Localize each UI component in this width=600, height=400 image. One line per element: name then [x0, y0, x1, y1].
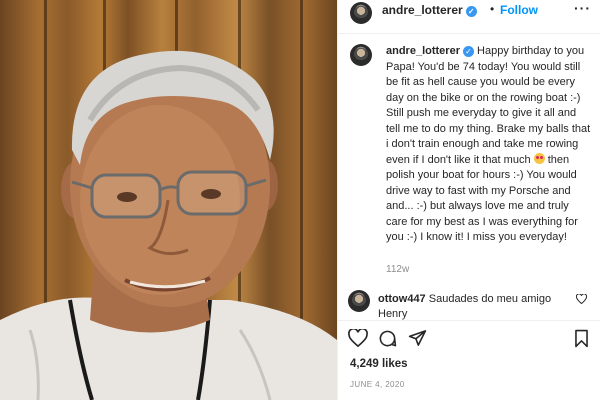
heart-icon[interactable]	[348, 329, 368, 347]
caption-username[interactable]: andre_lotterer	[386, 45, 460, 57]
portrait-illustration	[0, 50, 337, 400]
comment-like-heart-icon[interactable]	[576, 294, 587, 304]
avatar[interactable]	[350, 44, 372, 66]
share-icon[interactable]	[408, 329, 427, 347]
comment-icon[interactable]	[378, 329, 397, 348]
verified-badge-icon: ✓	[465, 6, 477, 17]
comment-row: ottow447 Saudades do meu amigo Henry	[338, 286, 600, 320]
comment-text: ottow447 Saudades do meu amigo Henry	[378, 292, 568, 320]
comment-username[interactable]: ottow447	[378, 293, 426, 305]
likes-count[interactable]: 4,249 likes	[350, 358, 408, 370]
avatar[interactable]	[350, 2, 372, 24]
caption-body-part2: then polish your boat for hours :-) You …	[386, 153, 578, 244]
verified-badge-icon: ✓	[462, 46, 474, 57]
header-username[interactable]: andre_lotterer	[382, 3, 463, 17]
post-details-panel: andre_lotterer ✓ • Follow ··· andre_lotte…	[337, 0, 600, 400]
post-header: andre_lotterer ✓ • Follow ···	[338, 0, 600, 34]
caption-body-part1: Happy birthday to you Papa! You'd be 74 …	[386, 45, 591, 166]
smiling-face-with-hearts-icon	[533, 152, 545, 164]
post-photo[interactable]	[0, 0, 337, 400]
bookmark-icon[interactable]	[574, 329, 589, 348]
header-username-link[interactable]: andre_lotterer ✓	[382, 3, 477, 17]
more-options-icon[interactable]: ···	[574, 0, 591, 16]
post-date[interactable]: JUNE 4, 2020	[350, 380, 405, 389]
action-bar	[338, 320, 600, 356]
caption-text: andre_lotterer ✓ Happy birthday to you Pa…	[386, 44, 592, 246]
post-timestamp[interactable]: 112w	[386, 264, 409, 275]
avatar[interactable]	[348, 290, 370, 312]
separator-dot: •	[490, 2, 495, 16]
follow-button[interactable]: Follow	[500, 3, 538, 17]
